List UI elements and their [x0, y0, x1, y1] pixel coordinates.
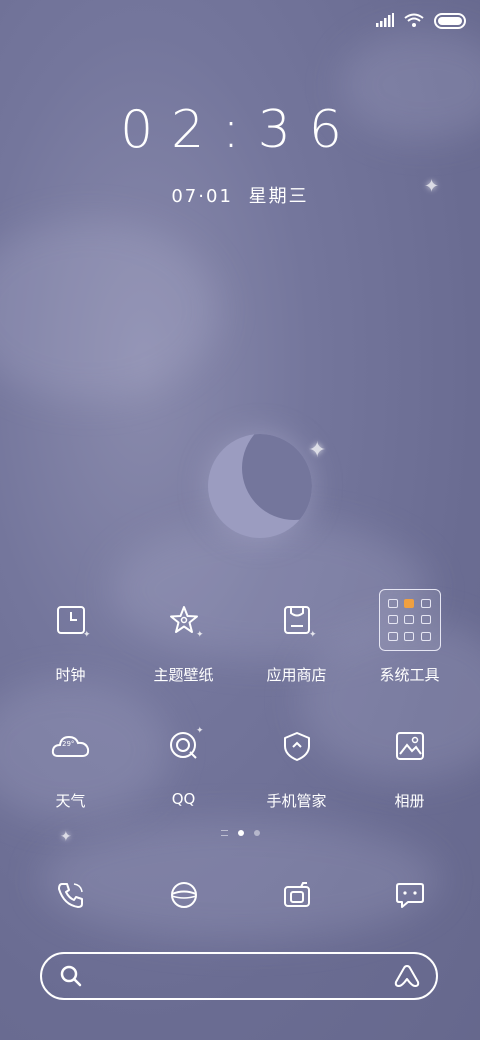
moon-decoration [208, 434, 312, 538]
app-theme[interactable]: ✦ 主题壁纸 [127, 588, 240, 714]
dock-messages[interactable] [353, 860, 466, 930]
weather-cloud-icon: 29° [39, 714, 103, 778]
page-dot-menu[interactable] [220, 830, 228, 836]
page-dot[interactable] [237, 830, 244, 836]
app-row: ✦ 时钟 ✦ 主题壁纸 ✦ 应用商店 系统工具 [14, 588, 466, 714]
messages-icon [378, 863, 442, 927]
app-phone-manager[interactable]: 手机管家 [240, 714, 353, 840]
search-bar[interactable] [40, 952, 438, 1000]
dock [14, 860, 466, 930]
security-shield-icon [265, 714, 329, 778]
qq-icon: ✦ [152, 714, 216, 778]
app-label: 时钟 [55, 666, 86, 684]
search-icon[interactable] [60, 965, 82, 991]
date-text: 07·01 [171, 186, 233, 207]
folder-system-tools[interactable]: 系统工具 [353, 588, 466, 714]
clock-date: 07·01 星期三 [0, 182, 480, 208]
lock-clock-time[interactable]: 02:36 [0, 100, 480, 160]
app-store[interactable]: ✦ 应用商店 [240, 588, 353, 714]
wifi-icon [404, 12, 424, 31]
app-row: 29° 天气 ✦ QQ 手机管家 相册 [14, 714, 466, 840]
folder-mini-icon [404, 615, 415, 625]
clock-icon: ✦ [39, 588, 103, 652]
app-grid: ✦ 时钟 ✦ 主题壁纸 ✦ 应用商店 系统工具 29° 天气 ✦ QQ 手机管家… [14, 588, 466, 840]
app-label: QQ [171, 790, 196, 808]
app-label: 天气 [55, 792, 86, 810]
phone-icon [39, 863, 103, 927]
folder-mini-icon [421, 598, 432, 608]
folder-mini-icon [404, 632, 415, 642]
app-weather[interactable]: 29° 天气 [14, 714, 127, 840]
folder-mini-icon [404, 598, 415, 608]
app-qq[interactable]: ✦ QQ [127, 714, 240, 840]
app-gallery[interactable]: 相册 [353, 714, 466, 840]
cloud-decoration [0, 220, 220, 400]
folder-mini-icon [387, 632, 398, 642]
folder-mini-icon [387, 598, 398, 608]
status-bar [376, 10, 466, 32]
theme-star-icon: ✦ [152, 588, 216, 652]
weekday-text: 星期三 [248, 186, 309, 207]
folder-mini-icon [421, 632, 432, 642]
folder-mini-icon [421, 615, 432, 625]
app-label: 手机管家 [266, 792, 327, 810]
folder-mini-icon [387, 615, 398, 625]
browser-icon [152, 863, 216, 927]
folder-icon [378, 588, 442, 652]
sparkle-decoration: ✦ [308, 438, 327, 463]
dock-phone[interactable] [14, 860, 127, 930]
page-indicator[interactable] [0, 830, 480, 836]
battery-icon [434, 13, 466, 29]
page-dot[interactable] [253, 830, 260, 836]
dock-browser[interactable] [127, 860, 240, 930]
weather-temp: 29° [62, 740, 74, 748]
app-label: 应用商店 [266, 666, 327, 684]
assistant-icon[interactable] [394, 964, 420, 992]
app-label: 系统工具 [379, 666, 440, 684]
home-screen: ✦ ✦ ✦ 02:36 07·01 星期三 ✦ 时钟 ✦ 主题壁纸 ✦ 应用商店… [0, 0, 480, 1040]
app-clock[interactable]: ✦ 时钟 [14, 588, 127, 714]
app-label: 主题壁纸 [153, 666, 214, 684]
app-label: 相册 [394, 792, 425, 810]
dock-camera[interactable] [240, 860, 353, 930]
signal-icon [376, 12, 394, 31]
app-store-bag-icon: ✦ [265, 588, 329, 652]
camera-icon [265, 863, 329, 927]
gallery-icon [378, 714, 442, 778]
